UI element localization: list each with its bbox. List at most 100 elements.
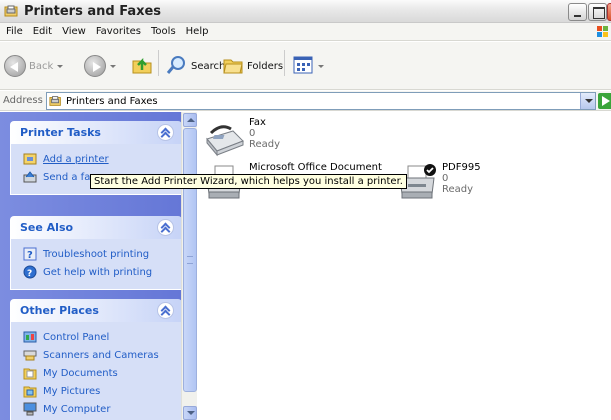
folders-label: Folders: [247, 61, 284, 72]
maximize-button[interactable]: [588, 3, 607, 21]
address-input[interactable]: Printers and Faxes: [46, 92, 596, 110]
scroll-thumb[interactable]: [183, 128, 197, 392]
printer-name: Microsoft Office Document: [249, 162, 382, 173]
printer-count: 0: [442, 173, 449, 184]
printers-view: Fax 0 Ready Microsoft Office Document 0 …: [198, 112, 611, 420]
help-icon: ?: [23, 247, 37, 261]
link-my-documents[interactable]: My Documents: [23, 364, 181, 382]
views-button[interactable]: [292, 54, 324, 79]
printer-name: Fax: [249, 117, 266, 128]
help-globe-icon: ?: [23, 265, 37, 279]
link-control-panel[interactable]: Control Panel: [23, 328, 181, 346]
up-folder-icon: [130, 52, 154, 79]
other-places-header[interactable]: Other Places: [10, 299, 182, 322]
other-places-title: Other Places: [20, 304, 99, 317]
forward-arrow-icon: [84, 55, 106, 77]
printers-folder-icon: [4, 3, 20, 19]
task-add-printer-label: Add a printer: [43, 153, 109, 165]
folders-button[interactable]: Folders: [222, 54, 283, 79]
back-dropdown-icon: [57, 64, 64, 68]
menu-favorites[interactable]: Favorites: [96, 26, 141, 37]
address-value: Printers and Faxes: [66, 95, 158, 107]
minimize-button[interactable]: [568, 3, 587, 21]
back-button[interactable]: Back: [4, 55, 64, 77]
link-my-computer-label: My Computer: [43, 403, 111, 415]
folders-icon: [222, 54, 244, 79]
svg-text:?: ?: [27, 250, 33, 261]
toolbar-separator: [284, 50, 285, 76]
menu-file[interactable]: File: [6, 26, 23, 37]
link-my-pictures-label: My Pictures: [43, 385, 101, 397]
title-bar: Printers and Faxes: [0, 0, 611, 23]
collapse-icon[interactable]: [157, 302, 174, 319]
link-my-computer[interactable]: My Computer: [23, 400, 181, 418]
menu-help[interactable]: Help: [186, 26, 209, 37]
address-bar: Address Printers and Faxes Go: [0, 91, 611, 111]
printers-folder-icon: [49, 94, 63, 108]
other-places-section: Other Places Control Panel Scanners and …: [10, 299, 182, 420]
up-folder-button[interactable]: [130, 52, 154, 79]
search-icon: [166, 54, 188, 79]
svg-text:?: ?: [27, 269, 32, 279]
toolbar: Back Search Folders: [0, 42, 611, 90]
menu-edit[interactable]: Edit: [33, 26, 52, 37]
toolbar-separator: [158, 50, 159, 76]
see-also-header[interactable]: See Also: [10, 216, 182, 239]
address-label: Address: [3, 95, 43, 106]
search-label: Search: [191, 61, 226, 72]
control-panel-icon: [23, 330, 37, 344]
windows-logo-icon: [595, 24, 611, 40]
task-add-printer[interactable]: Add a printer: [23, 150, 181, 168]
add-printer-tooltip: Start the Add Printer Wizard, which help…: [90, 174, 407, 189]
see-also-section: See Also ? Troubleshoot printing ? Get h…: [10, 216, 182, 290]
forward-button[interactable]: [84, 55, 116, 77]
printer-tasks-title: Printer Tasks: [20, 126, 101, 139]
task-send-fax-label: Send a fax: [43, 171, 97, 183]
back-label: Back: [29, 60, 54, 72]
scroll-up-button[interactable]: [183, 113, 197, 127]
go-arrow-icon[interactable]: [598, 93, 611, 109]
menu-view[interactable]: View: [62, 26, 86, 37]
menu-tools[interactable]: Tools: [151, 26, 176, 37]
address-dropdown-button[interactable]: [580, 93, 595, 109]
fax-icon: [203, 117, 245, 159]
documents-folder-icon: [23, 366, 37, 380]
back-arrow-icon: [4, 55, 26, 77]
menu-bar: File Edit View Favorites Tools Help: [0, 23, 611, 41]
pictures-folder-icon: [23, 384, 37, 398]
link-scanners-cameras[interactable]: Scanners and Cameras: [23, 346, 181, 364]
other-places-body: Control Panel Scanners and Cameras My Do…: [10, 322, 182, 420]
printer-status: Ready: [442, 184, 474, 195]
task-pane-scrollbar[interactable]: [181, 112, 197, 420]
link-get-help-printing[interactable]: ? Get help with printing: [23, 263, 181, 281]
close-button[interactable]: [607, 3, 611, 21]
link-control-panel-label: Control Panel: [43, 331, 110, 343]
scroll-down-button[interactable]: [183, 406, 197, 420]
link-my-documents-label: My Documents: [43, 367, 118, 379]
see-also-body: ? Troubleshoot printing ? Get help with …: [10, 239, 182, 290]
printer-item-fax[interactable]: Fax 0 Ready: [203, 117, 280, 159]
link-my-pictures[interactable]: My Pictures: [23, 382, 181, 400]
see-also-title: See Also: [20, 221, 74, 234]
scanner-icon: [23, 348, 37, 362]
collapse-icon[interactable]: [157, 219, 174, 236]
window-title: Printers and Faxes: [24, 3, 162, 19]
forward-dropdown-icon: [110, 64, 116, 68]
add-printer-icon: [23, 152, 37, 166]
search-button[interactable]: Search: [166, 54, 225, 79]
printer-item-pdf995[interactable]: PDF995 0 Ready: [396, 162, 481, 204]
link-troubleshoot-printing[interactable]: ? Troubleshoot printing: [23, 245, 181, 263]
views-icon: [292, 54, 314, 79]
computer-icon: [23, 402, 37, 416]
printer-name: PDF995: [442, 162, 481, 173]
collapse-icon[interactable]: [157, 124, 174, 141]
printer-status: Ready: [249, 139, 281, 150]
printer-count: 0: [249, 128, 256, 139]
link-troubleshoot-label: Troubleshoot printing: [43, 248, 150, 260]
task-pane: Printer Tasks Add a printer Send a fax S…: [0, 112, 197, 420]
views-dropdown-icon: [318, 65, 324, 68]
printer-tasks-header[interactable]: Printer Tasks: [10, 121, 182, 144]
send-fax-icon: [23, 170, 37, 184]
link-scanners-label: Scanners and Cameras: [43, 349, 159, 361]
link-get-help-label: Get help with printing: [43, 266, 153, 278]
